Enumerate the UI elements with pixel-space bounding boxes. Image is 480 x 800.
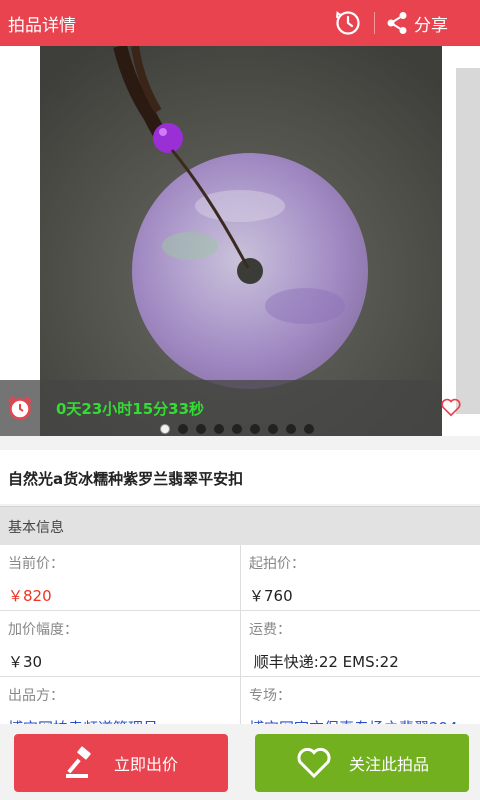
carousel-dot[interactable] xyxy=(304,424,314,434)
seller-cell: 出品方： 博宝网拍卖频道管理员 xyxy=(0,677,240,725)
carousel-dot[interactable] xyxy=(214,424,224,434)
follow-item-label: 关注此拍品 xyxy=(348,755,429,774)
page-title: 拍品详情 xyxy=(8,16,76,36)
carousel-dot[interactable] xyxy=(232,424,242,434)
shipping-label: 运费： xyxy=(249,622,291,638)
heart-icon xyxy=(297,747,331,779)
start-price-label: 起拍价： xyxy=(249,556,305,572)
share-icon xyxy=(387,12,407,34)
current-price-label: 当前价： xyxy=(8,556,64,572)
heart-outline-icon[interactable] xyxy=(440,396,462,418)
jade-pendant-image xyxy=(40,46,442,436)
venue-label: 专场： xyxy=(249,688,291,704)
item-title: 自然光a货冰糯种紫罗兰翡翠平安扣 xyxy=(8,470,244,488)
basic-info-header: 基本信息 xyxy=(0,506,480,546)
bid-now-label: 立即出价 xyxy=(113,755,178,774)
header-divider xyxy=(374,12,375,34)
share-button[interactable]: 分享 xyxy=(386,8,448,38)
venue-cell: 专场： 博宝网官方保真专场之翡翠294 xyxy=(240,677,480,725)
countdown-timer: 0天23小时15分33秒 xyxy=(56,400,205,418)
history-clock-icon[interactable] xyxy=(334,9,362,37)
info-grid: 当前价： ￥820 起拍价： ￥760 加价幅度： ￥30 运费： 顺丰快递:2… xyxy=(0,545,480,725)
seller-label: 出品方： xyxy=(8,688,64,704)
carousel-dot[interactable] xyxy=(268,424,278,434)
carousel-dot[interactable] xyxy=(178,424,188,434)
action-bar: 立即出价 关注此拍品 xyxy=(0,724,480,800)
section-title: 基本信息 xyxy=(8,520,64,536)
carousel-dot[interactable] xyxy=(286,424,296,434)
share-label: 分享 xyxy=(414,15,448,36)
follow-item-button[interactable]: 关注此拍品 xyxy=(255,734,469,792)
carousel-dot[interactable] xyxy=(250,424,260,434)
current-price-value: ￥820 xyxy=(8,587,52,605)
product-photo[interactable] xyxy=(40,46,442,436)
app-header: 拍品详情 分享 xyxy=(0,0,480,46)
gavel-icon xyxy=(65,746,91,778)
carousel-indicator xyxy=(160,424,314,434)
carousel-dot[interactable] xyxy=(196,424,206,434)
image-gallery[interactable]: 0天23小时15分33秒 xyxy=(0,46,480,436)
shipping-value: 顺丰快递:22 EMS:22 xyxy=(249,653,399,671)
increment-label: 加价幅度： xyxy=(8,622,78,638)
current-price-cell: 当前价： ￥820 xyxy=(0,545,240,611)
increment-cell: 加价幅度： ￥30 xyxy=(0,611,240,677)
shipping-cell: 运费： 顺丰快递:22 EMS:22 xyxy=(240,611,480,677)
carousel-dot[interactable] xyxy=(160,424,170,434)
start-price-value: ￥760 xyxy=(249,587,293,605)
start-price-cell: 起拍价： ￥760 xyxy=(240,545,480,611)
item-title-row: 自然光a货冰糯种紫罗兰翡翠平安扣 xyxy=(0,450,480,504)
increment-value: ￥30 xyxy=(8,653,43,671)
alarm-clock-icon xyxy=(7,395,33,420)
bid-now-button[interactable]: 立即出价 xyxy=(14,734,228,792)
next-photo-preview[interactable] xyxy=(456,68,480,414)
